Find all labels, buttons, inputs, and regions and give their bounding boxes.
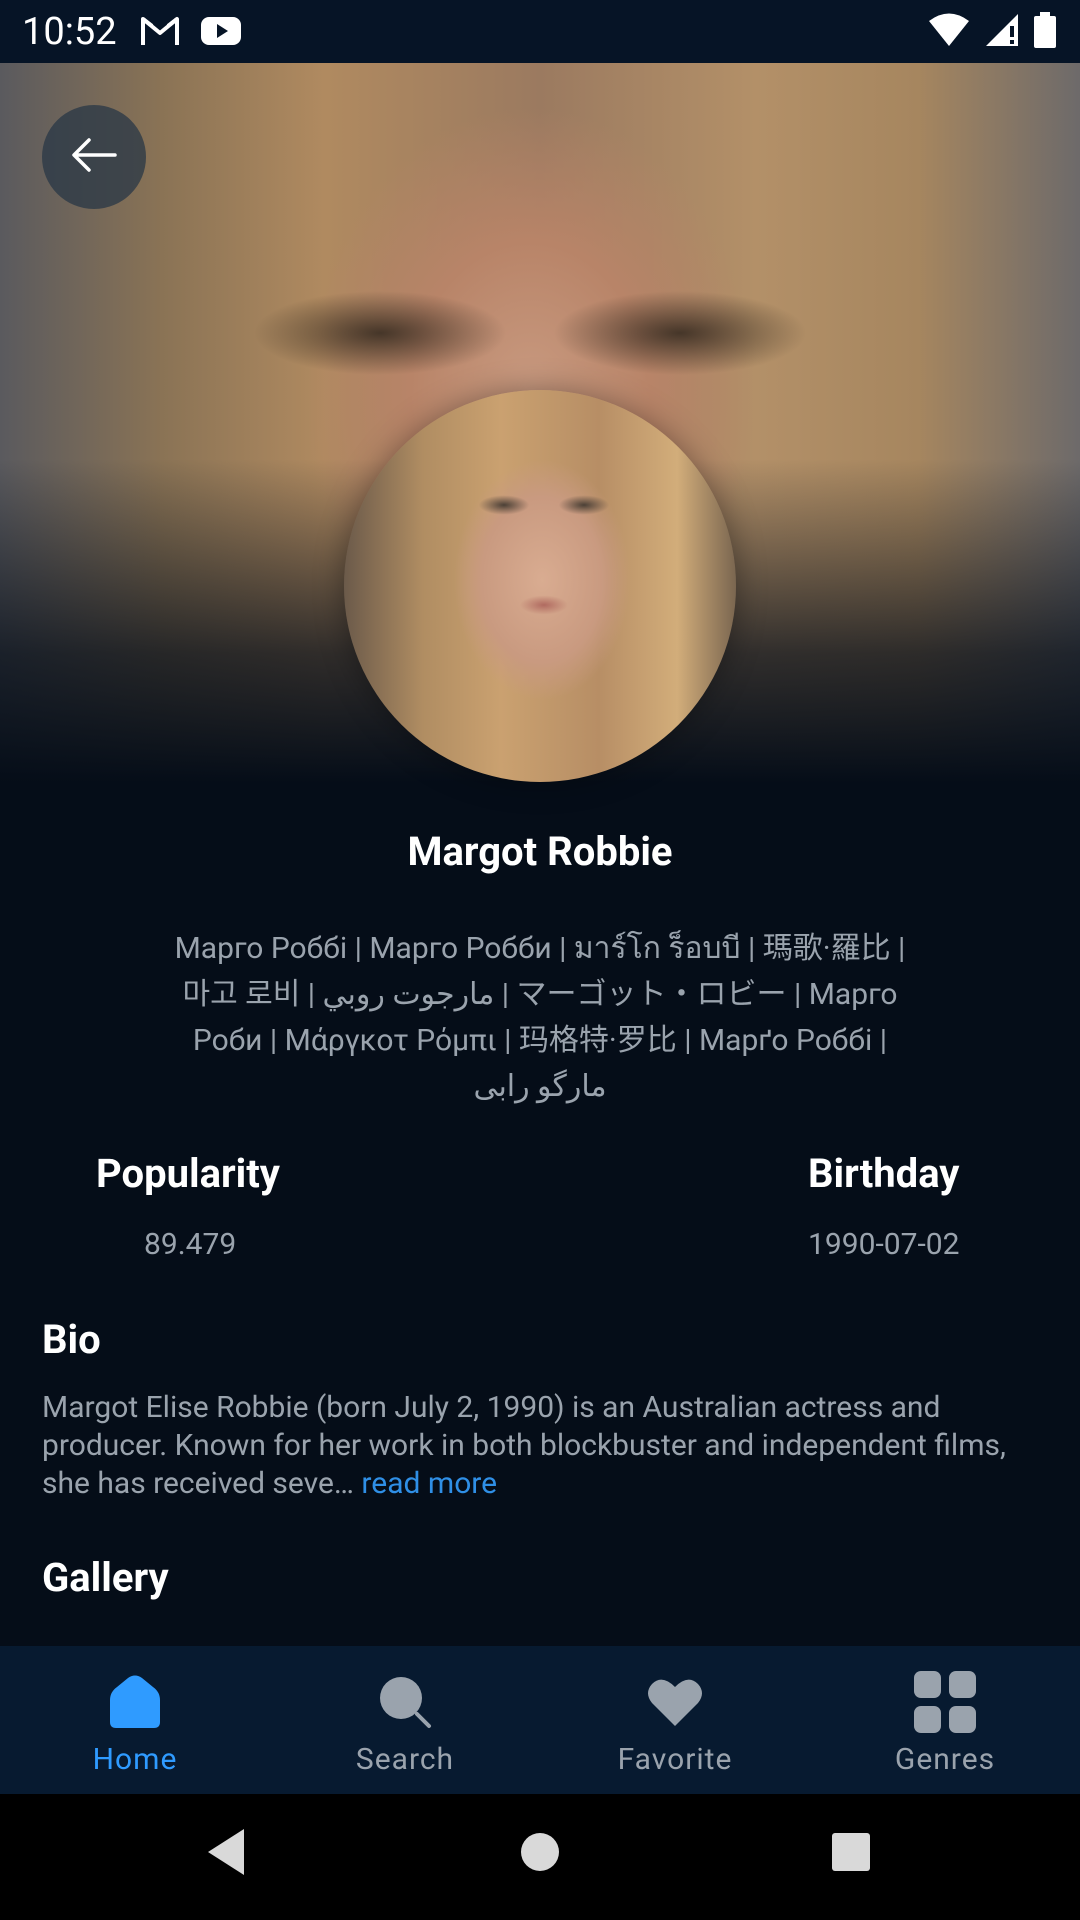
- youtube-icon: [200, 14, 242, 52]
- search-icon: [373, 1672, 437, 1732]
- arrow-left-icon: [69, 135, 119, 179]
- also-known-as: Марго Роббі | Марго Робби | มาร์โก ร็อบบ…: [174, 931, 906, 1104]
- heart-icon: [643, 1672, 707, 1732]
- read-more-link[interactable]: read more: [361, 1466, 497, 1501]
- nav-label-genres: Genres: [894, 1742, 996, 1777]
- grid-icon: [913, 1671, 977, 1733]
- person-name: Margot Robbie: [407, 828, 673, 875]
- nav-label-home: Home: [92, 1742, 178, 1777]
- gmail-icon: [140, 14, 180, 52]
- nav-item-home[interactable]: Home: [0, 1646, 270, 1794]
- bio-text-container: Margot Elise Robbie (born July 2, 1990) …: [42, 1389, 1042, 1503]
- birthday-value: 1990-07-02: [808, 1227, 960, 1262]
- system-recents-button[interactable]: [830, 1827, 872, 1881]
- nav-item-search[interactable]: Search: [270, 1646, 540, 1794]
- bottom-navigation: Home Search Favorite Genres: [0, 1646, 1080, 1794]
- status-system-icons: [928, 12, 1056, 52]
- nav-item-favorite[interactable]: Favorite: [540, 1646, 810, 1794]
- nav-label-search: Search: [355, 1742, 455, 1777]
- system-navigation-bar: [0, 1794, 1080, 1920]
- birthday-label: Birthday: [808, 1150, 960, 1197]
- signal-icon: [984, 12, 1020, 52]
- popularity-value: 89.479: [144, 1227, 237, 1262]
- profile-avatar: [344, 390, 736, 782]
- battery-icon: [1034, 12, 1056, 52]
- status-notification-icons: [140, 14, 242, 52]
- status-bar: 10:52: [0, 0, 1080, 63]
- status-time: 10:52: [22, 10, 117, 54]
- system-back-button[interactable]: [204, 1827, 248, 1881]
- bio-title: Bio: [42, 1316, 101, 1363]
- system-home-button[interactable]: [520, 1827, 560, 1881]
- nav-label-favorite: Favorite: [617, 1742, 733, 1777]
- popularity-label: Popularity: [96, 1150, 280, 1197]
- nav-item-genres[interactable]: Genres: [810, 1646, 1080, 1794]
- gallery-title: Gallery: [42, 1554, 169, 1601]
- bio-text: Margot Elise Robbie (born July 2, 1990) …: [42, 1390, 1006, 1501]
- back-button[interactable]: [42, 105, 146, 209]
- home-icon: [103, 1672, 167, 1732]
- wifi-icon: [928, 12, 970, 52]
